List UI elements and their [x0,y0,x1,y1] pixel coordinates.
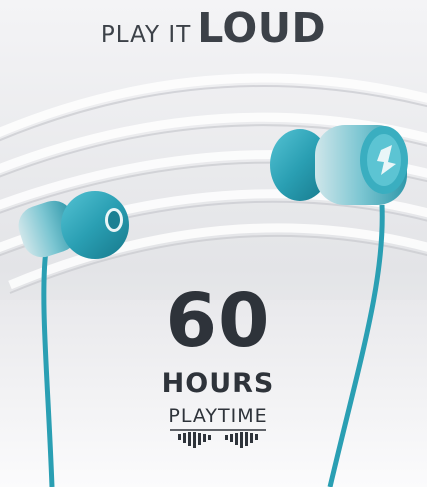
sound-wave-icon [170,429,266,448]
left-earbud [18,191,129,259]
playtime-unit: HOURS [161,368,275,399]
playtime-label: PLAYTIME [168,405,268,427]
right-cable [327,204,385,487]
product-banner: PLAY IT LOUD 60 HOURS PLAYTIME [0,0,427,487]
left-cable [41,249,55,487]
right-earbud [270,125,408,205]
playtime-number: 60 [165,278,271,364]
